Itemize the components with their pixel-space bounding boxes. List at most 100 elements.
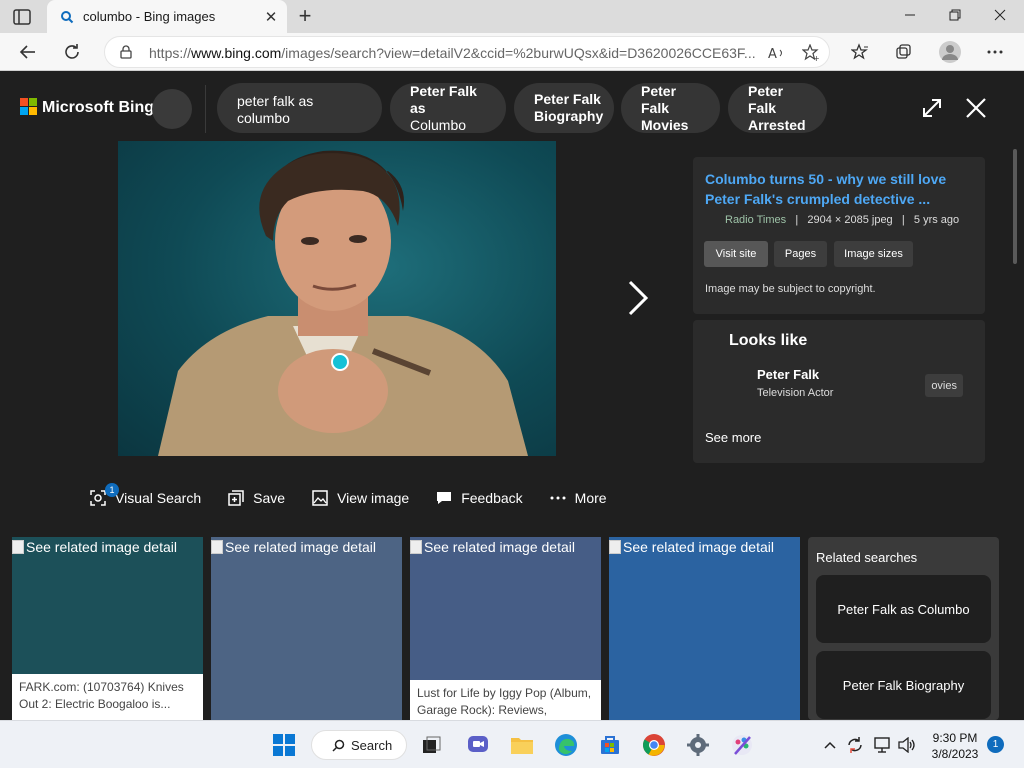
search-icon	[332, 739, 345, 752]
settings-gear-icon[interactable]	[684, 731, 712, 759]
pill-peter-falk-as-columbo[interactable]: Peter Falk as Columbo	[390, 83, 506, 133]
visual-search-label: Visual Search	[115, 490, 202, 506]
pill-line2: Movies	[641, 116, 689, 133]
scrollbar-thumb[interactable]	[1013, 149, 1017, 264]
file-explorer-icon[interactable]	[508, 731, 536, 759]
taskbar-search-label: Search	[351, 737, 393, 753]
taskbar-search[interactable]: Search	[311, 730, 407, 760]
read-aloud-icon[interactable]: A	[765, 41, 789, 65]
chevron-up-icon[interactable]	[820, 735, 840, 755]
meta-separator: |	[901, 214, 905, 226]
pill-peter-falk-biography[interactable]: Peter Falk Biography	[514, 83, 614, 133]
brand-name[interactable]: Microsoft Bing	[42, 99, 154, 117]
edge-browser-icon[interactable]	[552, 731, 580, 759]
restore-button[interactable]	[942, 4, 968, 28]
browser-tab-active[interactable]: columbo - Bing images ✕	[47, 0, 287, 33]
microsoft-logo-icon[interactable]	[20, 98, 37, 115]
expand-icon[interactable]	[918, 94, 946, 122]
pill-line2: Columbo	[410, 116, 467, 133]
address-bar[interactable]: https://www.bing.com/images/search?view=…	[104, 36, 830, 68]
pill-line1: Peter Falk	[748, 82, 784, 116]
image-title-link[interactable]: Columbo turns 50 - why we still love Pet…	[705, 169, 975, 209]
notification-badge[interactable]: 1	[987, 736, 1004, 753]
profile-avatar[interactable]	[938, 40, 962, 64]
save-button[interactable]: Save	[228, 490, 285, 506]
view-image-button[interactable]: View image	[312, 490, 409, 506]
task-view-icon[interactable]	[418, 731, 446, 759]
minimize-button[interactable]	[897, 4, 923, 28]
related-image-alt: See related image detail	[211, 539, 376, 555]
sync-icon[interactable]	[845, 735, 865, 755]
new-tab-button[interactable]: +	[295, 5, 315, 27]
volume-icon[interactable]	[897, 735, 917, 755]
teams-chat-icon[interactable]	[464, 731, 492, 759]
pill-peter-falk-movies[interactable]: Peter Falk Movies	[621, 83, 720, 133]
related-search-item[interactable]: Peter Falk Biography	[816, 651, 991, 719]
more-label: More	[574, 490, 607, 506]
visual-search-hotspot[interactable]	[331, 353, 349, 371]
save-icon	[228, 490, 244, 506]
taskbar-clock[interactable]: 9:30 PM 3/8/2023	[927, 730, 983, 762]
pill-peter-falk-arrested[interactable]: Peter Falk Arrested	[728, 83, 827, 133]
pill-line1: Peter Falk as	[410, 82, 477, 116]
favorites-icon[interactable]	[848, 40, 872, 64]
more-button[interactable]: More	[550, 490, 607, 506]
related-image-caption[interactable]: FARK.com: (10703764) Knives Out 2: Elect…	[12, 674, 203, 720]
avatar[interactable]	[152, 89, 192, 129]
visit-site-button[interactable]: Visit site	[704, 241, 768, 267]
back-icon[interactable]	[16, 40, 40, 64]
refresh-icon[interactable]	[60, 40, 84, 64]
add-favorite-icon[interactable]: +	[799, 41, 823, 65]
related-searches-panel: Related searches Peter Falk as Columbo P…	[808, 537, 999, 720]
feedback-button[interactable]: Feedback	[436, 490, 523, 506]
tab-actions-icon[interactable]	[12, 7, 32, 27]
url-text[interactable]: https://www.bing.com/images/search?view=…	[149, 45, 759, 61]
scrollbar[interactable]	[1010, 143, 1020, 720]
image-info-card: Columbo turns 50 - why we still love Pet…	[693, 157, 985, 314]
person-name-link[interactable]: Peter Falk	[757, 367, 819, 382]
related-searches-title: Related searches	[816, 550, 918, 565]
close-icon[interactable]	[962, 94, 990, 122]
related-image-tile[interactable]: See related image detail FARK.com: (1070…	[12, 537, 203, 720]
pill-line2: Arrested	[748, 116, 806, 133]
see-more-link[interactable]: See more	[705, 430, 761, 445]
more-menu-icon[interactable]	[983, 40, 1007, 64]
chrome-icon[interactable]	[640, 731, 668, 759]
broken-image-icon	[410, 540, 422, 554]
image-source[interactable]: Radio Times	[725, 214, 786, 226]
pill-line2: Biography	[534, 108, 604, 124]
related-image-alt: See related image detail	[609, 539, 774, 555]
image-sizes-button[interactable]: Image sizes	[834, 241, 913, 267]
pages-button[interactable]: Pages	[774, 241, 827, 267]
bing-header: Microsoft Bing peter falk as columbo Pet…	[0, 71, 1024, 143]
person-subtitle: Television Actor	[757, 387, 834, 399]
related-search-item[interactable]: Peter Falk as Columbo	[816, 575, 991, 643]
header-divider	[205, 85, 206, 133]
lock-icon[interactable]	[119, 45, 133, 59]
main-image[interactable]	[118, 141, 556, 456]
microsoft-store-icon[interactable]	[596, 731, 624, 759]
related-image-tile[interactable]: See related image detail	[211, 537, 402, 720]
copyright-notice: Image may be subject to copyright.	[705, 283, 876, 295]
paint-app-icon[interactable]	[728, 731, 756, 759]
start-icon[interactable]	[270, 731, 298, 759]
taskbar: Search 9:30 PM 3/8/2023 1	[0, 720, 1024, 768]
close-tab-icon[interactable]: ✕	[263, 9, 279, 26]
image-meta: Radio Times | 2904 × 2085 jpeg | 5 yrs a…	[725, 214, 959, 226]
related-image-tile[interactable]: See related image detail	[609, 537, 800, 720]
view-image-label: View image	[337, 490, 410, 506]
visual-search-badge: 1	[105, 483, 119, 497]
movies-chip[interactable]: ovies	[925, 374, 963, 397]
pill-line1: Peter Falk	[641, 82, 677, 116]
related-image-alt: See related image detail	[12, 539, 177, 555]
search-query-pill[interactable]: peter falk as columbo	[217, 83, 382, 133]
related-image-caption[interactable]: Lust for Life by Iggy Pop (Album, Garage…	[410, 680, 601, 720]
next-image-icon[interactable]	[620, 278, 656, 318]
collections-icon[interactable]	[892, 40, 916, 64]
related-image-alt: See related image detail	[410, 539, 575, 555]
network-icon[interactable]	[872, 735, 892, 755]
related-image-tile[interactable]: See related image detail Lust for Life b…	[410, 537, 601, 720]
visual-search-button[interactable]: 1 Visual Search	[90, 483, 202, 506]
close-window-button[interactable]	[987, 4, 1013, 28]
related-image	[609, 537, 800, 720]
